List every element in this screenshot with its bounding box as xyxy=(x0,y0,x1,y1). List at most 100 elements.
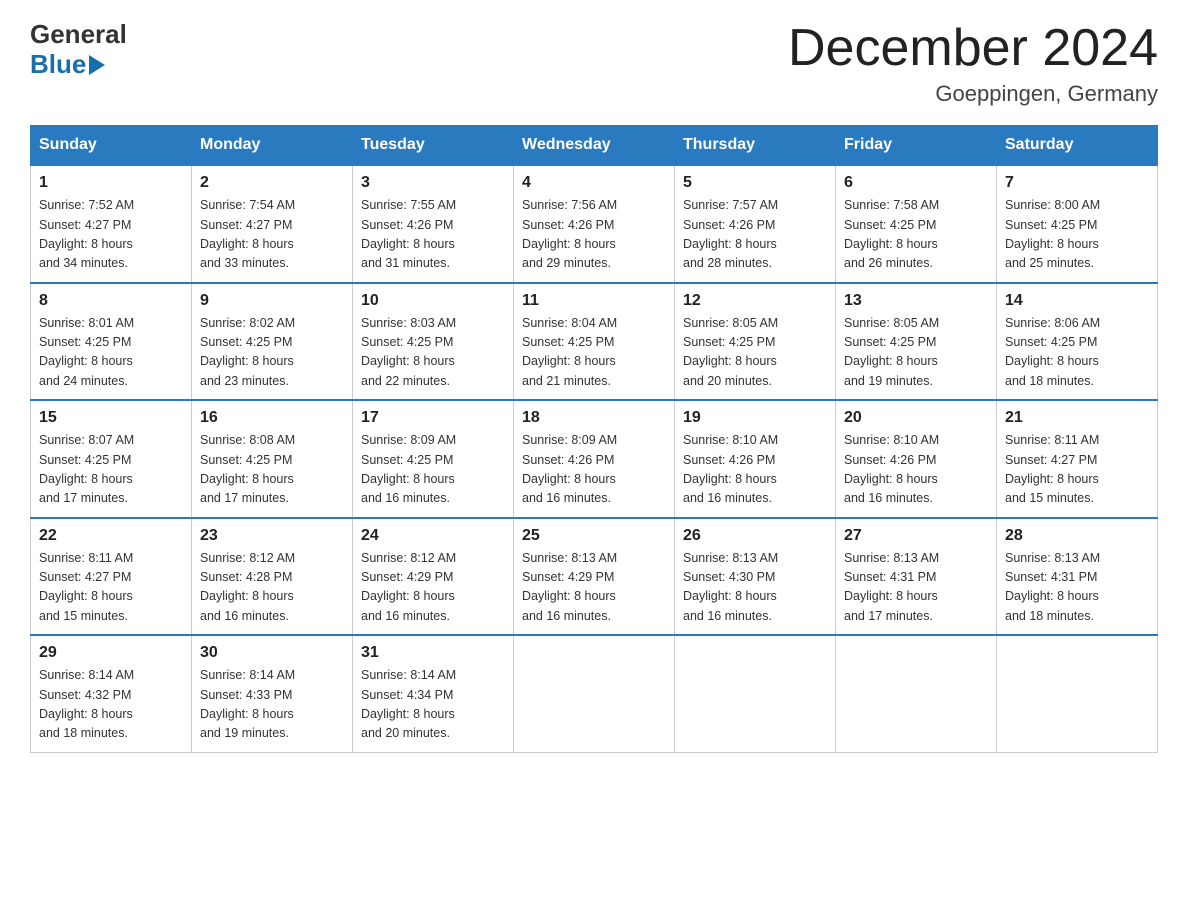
day-number: 7 xyxy=(1005,174,1149,192)
location: Goeppingen, Germany xyxy=(788,81,1158,107)
day-number: 19 xyxy=(683,409,827,427)
day-info: Sunrise: 8:03 AMSunset: 4:25 PMDaylight:… xyxy=(361,316,456,388)
header-thursday: Thursday xyxy=(675,126,836,166)
calendar-cell: 13 Sunrise: 8:05 AMSunset: 4:25 PMDaylig… xyxy=(836,283,997,401)
day-number: 29 xyxy=(39,644,183,662)
calendar-cell: 3 Sunrise: 7:55 AMSunset: 4:26 PMDayligh… xyxy=(353,165,514,283)
day-number: 21 xyxy=(1005,409,1149,427)
day-number: 22 xyxy=(39,527,183,545)
logo-general: General xyxy=(30,20,127,50)
month-title: December 2024 xyxy=(788,20,1158,77)
day-info: Sunrise: 8:11 AMSunset: 4:27 PMDaylight:… xyxy=(39,551,133,623)
day-info: Sunrise: 7:56 AMSunset: 4:26 PMDaylight:… xyxy=(522,198,617,270)
day-info: Sunrise: 8:06 AMSunset: 4:25 PMDaylight:… xyxy=(1005,316,1100,388)
calendar-week-row: 22 Sunrise: 8:11 AMSunset: 4:27 PMDaylig… xyxy=(31,518,1158,636)
day-info: Sunrise: 8:09 AMSunset: 4:26 PMDaylight:… xyxy=(522,433,617,505)
calendar-cell xyxy=(514,635,675,752)
calendar-cell: 31 Sunrise: 8:14 AMSunset: 4:34 PMDaylig… xyxy=(353,635,514,752)
calendar-table: Sunday Monday Tuesday Wednesday Thursday… xyxy=(30,125,1158,753)
day-info: Sunrise: 8:12 AMSunset: 4:28 PMDaylight:… xyxy=(200,551,295,623)
calendar-cell: 4 Sunrise: 7:56 AMSunset: 4:26 PMDayligh… xyxy=(514,165,675,283)
day-info: Sunrise: 8:12 AMSunset: 4:29 PMDaylight:… xyxy=(361,551,456,623)
day-number: 2 xyxy=(200,174,344,192)
calendar-cell: 12 Sunrise: 8:05 AMSunset: 4:25 PMDaylig… xyxy=(675,283,836,401)
calendar-cell: 10 Sunrise: 8:03 AMSunset: 4:25 PMDaylig… xyxy=(353,283,514,401)
day-info: Sunrise: 8:13 AMSunset: 4:31 PMDaylight:… xyxy=(844,551,939,623)
day-info: Sunrise: 8:02 AMSunset: 4:25 PMDaylight:… xyxy=(200,316,295,388)
day-info: Sunrise: 8:14 AMSunset: 4:33 PMDaylight:… xyxy=(200,668,295,740)
calendar-cell: 11 Sunrise: 8:04 AMSunset: 4:25 PMDaylig… xyxy=(514,283,675,401)
day-info: Sunrise: 8:10 AMSunset: 4:26 PMDaylight:… xyxy=(844,433,939,505)
calendar-cell: 14 Sunrise: 8:06 AMSunset: 4:25 PMDaylig… xyxy=(997,283,1158,401)
calendar-cell: 7 Sunrise: 8:00 AMSunset: 4:25 PMDayligh… xyxy=(997,165,1158,283)
day-number: 27 xyxy=(844,527,988,545)
day-number: 1 xyxy=(39,174,183,192)
day-info: Sunrise: 8:05 AMSunset: 4:25 PMDaylight:… xyxy=(683,316,778,388)
calendar-cell: 15 Sunrise: 8:07 AMSunset: 4:25 PMDaylig… xyxy=(31,400,192,518)
calendar-cell: 5 Sunrise: 7:57 AMSunset: 4:26 PMDayligh… xyxy=(675,165,836,283)
title-section: December 2024 Goeppingen, Germany xyxy=(788,20,1158,107)
day-number: 17 xyxy=(361,409,505,427)
calendar-cell: 30 Sunrise: 8:14 AMSunset: 4:33 PMDaylig… xyxy=(192,635,353,752)
day-number: 20 xyxy=(844,409,988,427)
calendar-cell xyxy=(836,635,997,752)
calendar-header: Sunday Monday Tuesday Wednesday Thursday… xyxy=(31,126,1158,166)
day-number: 26 xyxy=(683,527,827,545)
calendar-week-row: 1 Sunrise: 7:52 AMSunset: 4:27 PMDayligh… xyxy=(31,165,1158,283)
header-wednesday: Wednesday xyxy=(514,126,675,166)
logo-blue: Blue xyxy=(30,50,105,80)
calendar-cell: 20 Sunrise: 8:10 AMSunset: 4:26 PMDaylig… xyxy=(836,400,997,518)
header-monday: Monday xyxy=(192,126,353,166)
header-saturday: Saturday xyxy=(997,126,1158,166)
calendar-cell: 25 Sunrise: 8:13 AMSunset: 4:29 PMDaylig… xyxy=(514,518,675,636)
day-number: 6 xyxy=(844,174,988,192)
calendar-cell: 26 Sunrise: 8:13 AMSunset: 4:30 PMDaylig… xyxy=(675,518,836,636)
calendar-cell: 8 Sunrise: 8:01 AMSunset: 4:25 PMDayligh… xyxy=(31,283,192,401)
day-info: Sunrise: 8:09 AMSunset: 4:25 PMDaylight:… xyxy=(361,433,456,505)
day-info: Sunrise: 8:05 AMSunset: 4:25 PMDaylight:… xyxy=(844,316,939,388)
day-number: 31 xyxy=(361,644,505,662)
day-number: 25 xyxy=(522,527,666,545)
day-info: Sunrise: 8:13 AMSunset: 4:31 PMDaylight:… xyxy=(1005,551,1100,623)
day-info: Sunrise: 8:14 AMSunset: 4:32 PMDaylight:… xyxy=(39,668,134,740)
day-info: Sunrise: 8:10 AMSunset: 4:26 PMDaylight:… xyxy=(683,433,778,505)
day-info: Sunrise: 8:13 AMSunset: 4:30 PMDaylight:… xyxy=(683,551,778,623)
day-number: 28 xyxy=(1005,527,1149,545)
day-number: 16 xyxy=(200,409,344,427)
day-info: Sunrise: 7:55 AMSunset: 4:26 PMDaylight:… xyxy=(361,198,456,270)
day-info: Sunrise: 8:14 AMSunset: 4:34 PMDaylight:… xyxy=(361,668,456,740)
calendar-cell xyxy=(675,635,836,752)
calendar-week-row: 15 Sunrise: 8:07 AMSunset: 4:25 PMDaylig… xyxy=(31,400,1158,518)
day-header-row: Sunday Monday Tuesday Wednesday Thursday… xyxy=(31,126,1158,166)
calendar-body: 1 Sunrise: 7:52 AMSunset: 4:27 PMDayligh… xyxy=(31,165,1158,752)
day-info: Sunrise: 7:52 AMSunset: 4:27 PMDaylight:… xyxy=(39,198,134,270)
day-info: Sunrise: 7:57 AMSunset: 4:26 PMDaylight:… xyxy=(683,198,778,270)
calendar-cell: 16 Sunrise: 8:08 AMSunset: 4:25 PMDaylig… xyxy=(192,400,353,518)
day-number: 13 xyxy=(844,292,988,310)
calendar-cell: 27 Sunrise: 8:13 AMSunset: 4:31 PMDaylig… xyxy=(836,518,997,636)
calendar-cell: 21 Sunrise: 8:11 AMSunset: 4:27 PMDaylig… xyxy=(997,400,1158,518)
page-header: General Blue December 2024 Goeppingen, G… xyxy=(30,20,1158,107)
day-info: Sunrise: 8:08 AMSunset: 4:25 PMDaylight:… xyxy=(200,433,295,505)
day-info: Sunrise: 8:04 AMSunset: 4:25 PMDaylight:… xyxy=(522,316,617,388)
day-number: 4 xyxy=(522,174,666,192)
day-number: 11 xyxy=(522,292,666,310)
calendar-cell: 24 Sunrise: 8:12 AMSunset: 4:29 PMDaylig… xyxy=(353,518,514,636)
calendar-cell: 6 Sunrise: 7:58 AMSunset: 4:25 PMDayligh… xyxy=(836,165,997,283)
day-number: 15 xyxy=(39,409,183,427)
calendar-week-row: 29 Sunrise: 8:14 AMSunset: 4:32 PMDaylig… xyxy=(31,635,1158,752)
day-info: Sunrise: 8:07 AMSunset: 4:25 PMDaylight:… xyxy=(39,433,134,505)
calendar-cell xyxy=(997,635,1158,752)
header-friday: Friday xyxy=(836,126,997,166)
logo-arrow-icon xyxy=(89,55,105,75)
day-number: 23 xyxy=(200,527,344,545)
calendar-cell: 29 Sunrise: 8:14 AMSunset: 4:32 PMDaylig… xyxy=(31,635,192,752)
header-sunday: Sunday xyxy=(31,126,192,166)
day-number: 14 xyxy=(1005,292,1149,310)
day-number: 24 xyxy=(361,527,505,545)
day-number: 12 xyxy=(683,292,827,310)
day-info: Sunrise: 7:58 AMSunset: 4:25 PMDaylight:… xyxy=(844,198,939,270)
calendar-cell: 23 Sunrise: 8:12 AMSunset: 4:28 PMDaylig… xyxy=(192,518,353,636)
logo: General Blue xyxy=(30,20,127,80)
calendar-cell: 28 Sunrise: 8:13 AMSunset: 4:31 PMDaylig… xyxy=(997,518,1158,636)
